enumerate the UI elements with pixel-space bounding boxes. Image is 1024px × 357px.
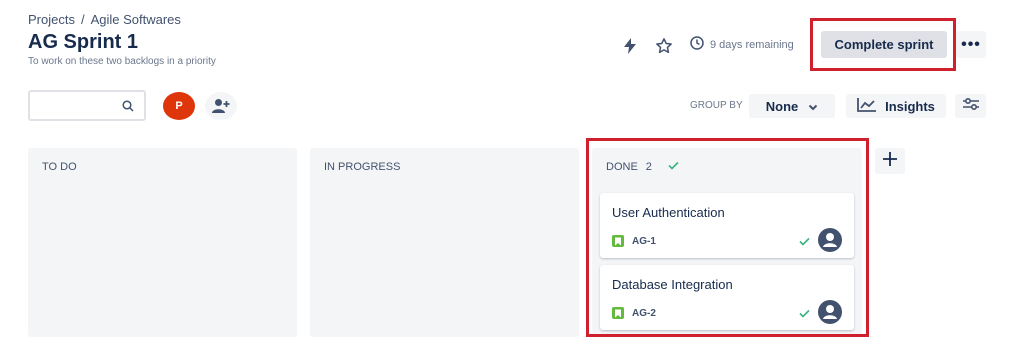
breadcrumb-projects[interactable]: Projects (28, 12, 75, 27)
breadcrumb: Projects / Agile Softwares (28, 12, 181, 27)
column-todo: TO DO (28, 148, 297, 337)
breadcrumb-project-name[interactable]: Agile Softwares (91, 12, 181, 27)
view-settings-button[interactable] (955, 94, 986, 118)
lightning-icon[interactable] (621, 37, 639, 55)
sprint-goal: To work on these two backlogs in a prior… (28, 56, 216, 67)
page-title: AG Sprint 1 (28, 31, 139, 53)
star-icon[interactable] (655, 37, 673, 55)
insights-button[interactable]: Insights (846, 94, 946, 118)
chevron-down-icon (808, 99, 818, 114)
plus-icon (882, 151, 898, 172)
sliders-icon (962, 97, 980, 116)
days-remaining-text: 9 days remaining (710, 38, 794, 51)
search-icon (122, 99, 134, 117)
group-by-select[interactable]: None (749, 94, 835, 118)
search-field[interactable] (28, 90, 146, 121)
group-by-value: None (765, 98, 799, 114)
search-input[interactable] (36, 92, 126, 120)
column-title-text: IN PROGRESS (324, 161, 401, 173)
more-actions-button[interactable]: ••• (956, 31, 986, 58)
chart-trend-icon (857, 97, 877, 115)
group-by-label: GROUP BY (690, 100, 743, 111)
add-people-icon[interactable] (205, 92, 237, 120)
highlight-box-done (586, 138, 869, 337)
insights-label: Insights (885, 98, 935, 114)
column-title-text: TO DO (42, 161, 77, 173)
days-remaining: 9 days remaining (690, 36, 794, 53)
column-in-progress: IN PROGRESS (310, 148, 579, 337)
highlight-box-complete (810, 18, 956, 71)
breadcrumb-separator: / (80, 12, 85, 27)
add-column-button[interactable] (875, 148, 905, 174)
column-title: TO DO (42, 161, 77, 173)
avatar[interactable]: P (163, 92, 195, 120)
clock-icon (690, 36, 704, 53)
column-title: IN PROGRESS (324, 161, 400, 173)
